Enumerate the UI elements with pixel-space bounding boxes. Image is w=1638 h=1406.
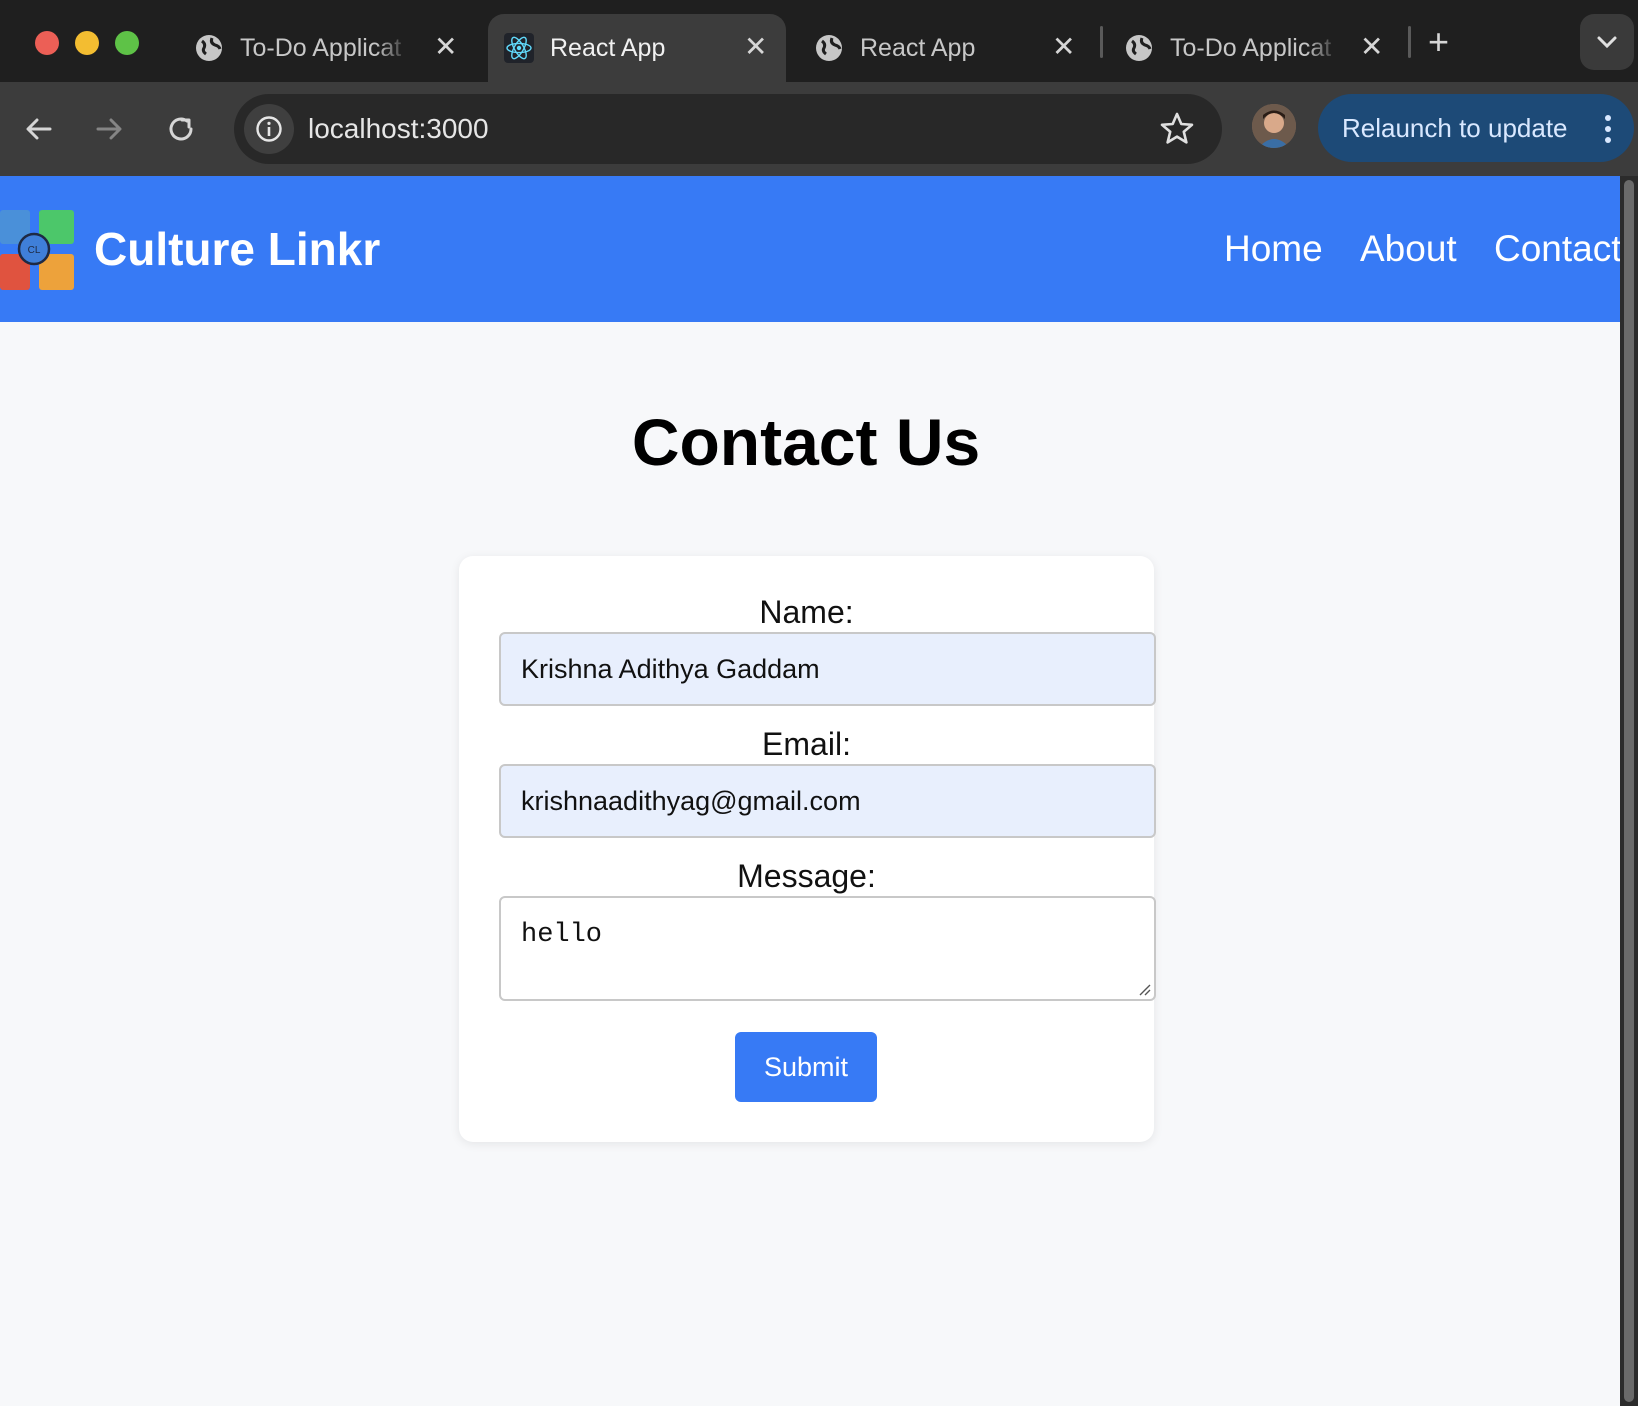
react-icon [504,33,534,63]
name-label: Name: [759,594,854,630]
close-window-button[interactable] [35,31,59,55]
culture-linkr-logo[interactable]: CL [0,210,74,290]
minimize-window-button[interactable] [75,31,99,55]
site-navbar: CL Culture Linkr Home About Contact [0,176,1620,322]
resize-handle-icon[interactable] [1137,982,1151,996]
forward-button[interactable] [86,106,132,152]
submit-button[interactable]: Submit [735,1032,877,1102]
name-input[interactable]: Krishna Adithya Gaddam [499,632,1156,706]
page-title: Contact Us [631,405,981,479]
email-value: krishnaadithyag@gmail.com [521,785,861,816]
email-input[interactable]: krishnaadithyag@gmail.com [499,764,1156,838]
email-label: Email: [762,726,851,762]
maximize-window-button[interactable] [115,31,139,55]
message-textarea[interactable]: hello [499,896,1156,1001]
arrow-left-icon [26,118,52,140]
tab-separator [1100,26,1103,58]
scrollbar-thumb[interactable] [1624,180,1634,1402]
name-value: Krishna Adithya Gaddam [521,653,820,684]
tab-title: To-Do Applicat [240,33,402,62]
close-tab-icon[interactable]: ✕ [1360,32,1383,62]
browser-toolbar: localhost:3000 Relaunch to update [0,82,1638,176]
close-tab-icon[interactable]: ✕ [1052,32,1075,62]
tab-title: React App [550,33,666,62]
url-text[interactable]: localhost:3000 [308,113,489,145]
more-menu-icon[interactable] [1604,114,1612,144]
tab-title: To-Do Applicat [1170,33,1332,62]
nav-link-home[interactable]: Home [1224,228,1323,270]
site-info-icon[interactable] [244,104,294,154]
tab-title: React App [860,33,976,62]
address-bar[interactable]: localhost:3000 [234,94,1222,164]
globe-icon [196,35,222,61]
tab-react-2[interactable]: React App ✕ [814,14,1084,82]
relaunch-label: Relaunch to update [1342,112,1568,143]
profile-avatar[interactable] [1252,104,1296,148]
nav-link-contact[interactable]: Contact [1494,228,1620,270]
tab-search-button[interactable] [1580,14,1634,70]
nav-link-about[interactable]: About [1360,228,1457,270]
tab-react-active[interactable]: React App ✕ [488,14,786,82]
brand-name[interactable]: Culture Linkr [94,222,380,276]
contact-form: Name: Krishna Adithya Gaddam Email: kris… [459,556,1156,1142]
reload-icon [169,117,193,141]
tab-todo-2[interactable]: To-Do Applicat ✕ [1124,14,1394,82]
page-scrollbar[interactable] [1620,176,1638,1406]
arrow-right-icon [96,118,122,140]
relaunch-to-update-button[interactable]: Relaunch to update [1318,94,1634,162]
tab-strip: To-Do Applicat ✕ React App ✕ React App ✕… [0,0,1638,82]
reload-button[interactable] [158,106,204,152]
back-button[interactable] [16,106,62,152]
globe-icon [816,35,842,61]
new-tab-button[interactable]: + [1428,22,1449,62]
bookmark-star-icon[interactable] [1158,110,1196,148]
tab-todo-1[interactable]: To-Do Applicat ✕ [194,14,464,82]
message-label: Message: [737,858,876,894]
close-tab-icon[interactable]: ✕ [744,32,767,62]
message-value: hello [521,920,603,950]
chevron-down-icon [1597,36,1617,49]
globe-icon [1126,35,1152,61]
tab-separator [1408,26,1411,58]
close-tab-icon[interactable]: ✕ [434,32,457,62]
page-viewport: CL Culture Linkr Home About Contact Cont… [0,176,1620,1406]
logo-text: CL [28,245,41,256]
